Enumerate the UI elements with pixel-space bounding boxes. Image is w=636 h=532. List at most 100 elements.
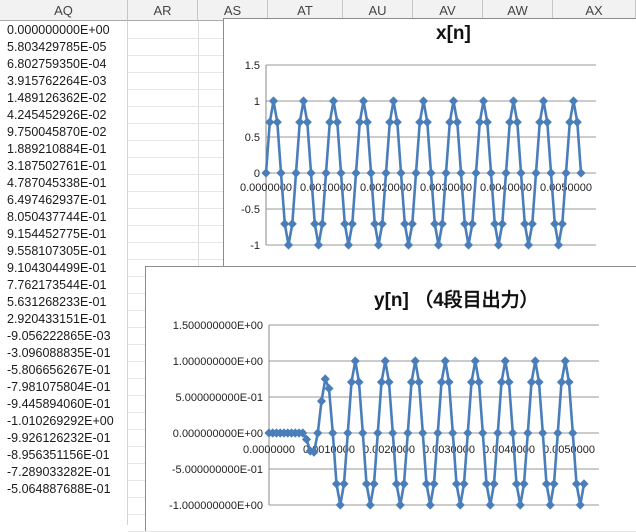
data-point bbox=[493, 428, 503, 438]
data-point bbox=[538, 96, 549, 106]
data-point bbox=[291, 168, 301, 178]
data-point bbox=[508, 96, 519, 106]
cell-aq-value[interactable]: 3.915762264E-03 bbox=[0, 73, 128, 90]
data-point bbox=[268, 96, 279, 106]
data-point bbox=[546, 168, 556, 178]
data-point bbox=[339, 479, 349, 489]
data-point bbox=[560, 356, 570, 366]
data-point bbox=[380, 356, 390, 366]
data-point bbox=[568, 96, 579, 106]
data-point bbox=[350, 356, 360, 366]
cell-aq-value[interactable]: -9.445894060E-01 bbox=[0, 396, 128, 413]
cell-aq-value[interactable]: 9.154452775E-01 bbox=[0, 226, 128, 243]
data-point bbox=[549, 479, 559, 489]
data-point bbox=[493, 240, 504, 250]
data-point bbox=[531, 168, 541, 178]
data-point bbox=[276, 168, 286, 178]
cell-aq-value[interactable]: 5.631268233E-01 bbox=[0, 294, 128, 311]
data-point bbox=[410, 356, 420, 366]
cell-aq-value[interactable]: 9.750045870E-02 bbox=[0, 124, 128, 141]
cell-aq-value[interactable]: 3.187502761E-01 bbox=[0, 158, 128, 175]
cell-aq-value[interactable]: -5.806656267E-01 bbox=[0, 362, 128, 379]
data-point bbox=[575, 500, 585, 510]
data-point bbox=[302, 117, 312, 127]
data-point bbox=[358, 428, 368, 438]
cell-aq-value[interactable]: -8.956351156E-01 bbox=[0, 447, 128, 464]
data-point bbox=[321, 168, 331, 178]
data-point bbox=[343, 240, 354, 250]
cell-aq-value[interactable]: -9.056222865E-03 bbox=[0, 328, 128, 345]
data-point bbox=[444, 377, 454, 387]
cell-aq-value[interactable]: -5.064887688E-01 bbox=[0, 481, 128, 498]
cell-aq-value[interactable]: 5.803429785E-05 bbox=[0, 39, 128, 56]
column-aq-cells[interactable]: 0.000000000E+00 5.803429785E-05 6.80275935… bbox=[0, 21, 128, 525]
data-point bbox=[437, 219, 447, 229]
data-point bbox=[343, 428, 353, 438]
data-point bbox=[482, 117, 492, 127]
cell-aq-value[interactable]: 6.802759350E-04 bbox=[0, 56, 128, 73]
data-point bbox=[471, 168, 481, 178]
x-tick-label: 0.0000000 bbox=[240, 182, 292, 194]
data-point bbox=[384, 377, 394, 387]
cell-aq-value[interactable]: -7.981075804E-01 bbox=[0, 379, 128, 396]
data-point bbox=[354, 377, 364, 387]
y-tick-label: -5.000000000E-01 bbox=[172, 464, 263, 476]
chart-x-n[interactable]: x[n] 1.5 1 0.5 0 -0.5 -1 0.0000000 0.0010000 0.0… bbox=[223, 18, 636, 278]
y-tick-label: 1.500000000E+00 bbox=[173, 320, 263, 332]
data-point bbox=[538, 428, 548, 438]
y-tick-label: 1.5 bbox=[245, 60, 260, 72]
cell-aq-value[interactable]: 1.889210884E-01 bbox=[0, 141, 128, 158]
cell-aq-value[interactable]: 7.762173544E-01 bbox=[0, 277, 128, 294]
data-point bbox=[568, 428, 578, 438]
cell-aq-value[interactable]: -3.096088835E-01 bbox=[0, 345, 128, 362]
data-point bbox=[407, 219, 417, 229]
data-point bbox=[395, 500, 405, 510]
cell-aq-value[interactable]: 8.050437744E-01 bbox=[0, 209, 128, 226]
data-point bbox=[545, 500, 555, 510]
data-point bbox=[396, 168, 406, 178]
y-tick-label: 0.5 bbox=[245, 132, 260, 144]
cell-aq-value[interactable]: 1.489126362E-02 bbox=[0, 90, 128, 107]
spreadsheet[interactable]: AQ AR AS AT AU AV AW AX 0.000000000E+00 5.803429… bbox=[0, 0, 636, 532]
column-header-ar[interactable]: AR bbox=[128, 0, 198, 21]
chart-y-n[interactable]: y[n] （4段目出力） 1.500000000E+00 1.000000000E… bbox=[145, 266, 636, 531]
cell-aq-value[interactable]: 6.497462937E-01 bbox=[0, 192, 128, 209]
data-point bbox=[459, 479, 469, 489]
data-point bbox=[429, 479, 439, 489]
data-point bbox=[478, 96, 489, 106]
data-point bbox=[433, 240, 444, 250]
data-point bbox=[452, 117, 462, 127]
y-tick-label: 1.000000000E+00 bbox=[173, 356, 263, 368]
cell-aq-value[interactable]: -9.926126232E-01 bbox=[0, 430, 128, 447]
data-point bbox=[433, 428, 443, 438]
y-tick-label: 1 bbox=[254, 96, 260, 108]
data-point bbox=[411, 168, 421, 178]
data-point bbox=[358, 96, 369, 106]
cell-aq-value[interactable]: 0.000000000E+00 bbox=[0, 22, 128, 39]
data-point bbox=[523, 428, 533, 438]
column-header-aq[interactable]: AQ bbox=[0, 0, 128, 21]
cell-aq-value[interactable]: 4.787045338E-01 bbox=[0, 175, 128, 192]
data-point bbox=[381, 168, 391, 178]
data-point bbox=[523, 240, 534, 250]
cell-aq-value[interactable]: -1.010269292E+00 bbox=[0, 413, 128, 430]
cell-aq-value[interactable]: 9.104304499E-01 bbox=[0, 260, 128, 277]
data-point bbox=[335, 500, 345, 510]
data-point bbox=[261, 168, 271, 178]
data-point bbox=[486, 168, 496, 178]
data-point bbox=[272, 117, 282, 127]
cell-aq-value[interactable]: 2.920433151E-01 bbox=[0, 311, 128, 328]
data-point bbox=[399, 479, 409, 489]
y-tick-label: -1 bbox=[250, 240, 260, 252]
data-point bbox=[455, 500, 465, 510]
data-point bbox=[564, 377, 574, 387]
data-point bbox=[579, 479, 589, 489]
cell-aq-value[interactable]: 4.245452926E-02 bbox=[0, 107, 128, 124]
data-point bbox=[534, 377, 544, 387]
cell-aq-value[interactable]: 9.558107305E-01 bbox=[0, 243, 128, 260]
data-point bbox=[403, 428, 413, 438]
data-point bbox=[425, 500, 435, 510]
data-point bbox=[324, 383, 334, 394]
cell-aq-value[interactable]: -7.289033282E-01 bbox=[0, 464, 128, 481]
data-point bbox=[553, 240, 564, 250]
